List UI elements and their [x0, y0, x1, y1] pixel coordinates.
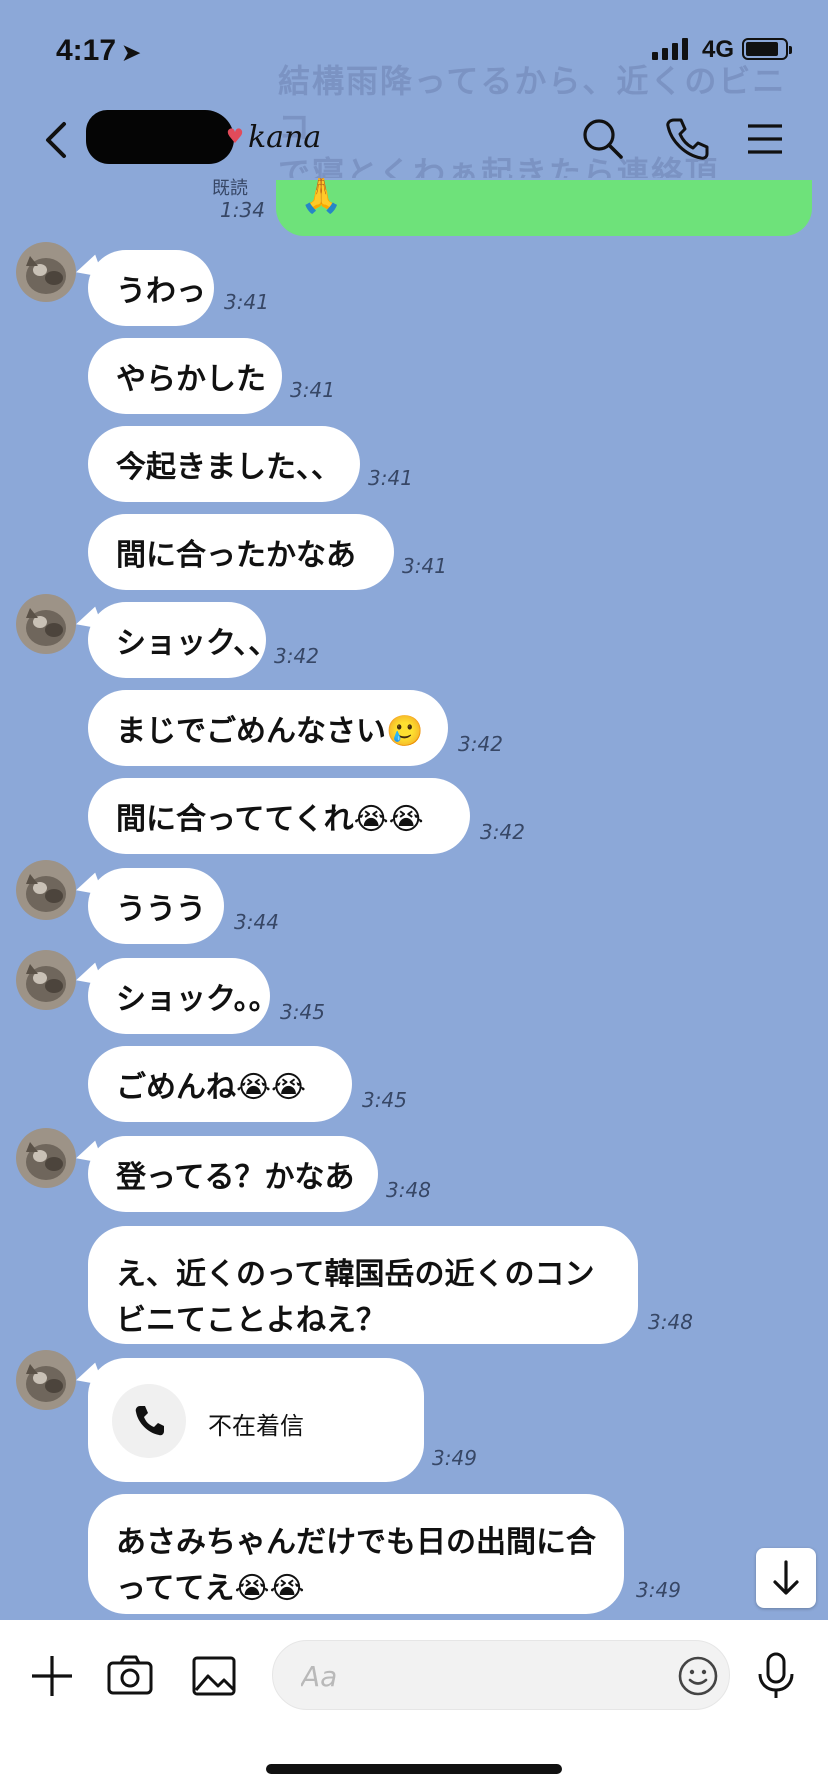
composer-bar: [0, 1620, 828, 1792]
message-time: 3:48: [386, 1178, 431, 1202]
message-text: ショック。。: [116, 982, 279, 1017]
battery-icon: [742, 38, 792, 60]
chevron-left-icon[interactable]: [38, 118, 78, 162]
message-text: やらかした: [116, 362, 266, 397]
message-bubble[interactable]: 間に合っててくれ😭😭: [88, 778, 470, 854]
chat-header: ♥ kana: [0, 96, 828, 184]
own-message-bubble[interactable]: [276, 180, 812, 236]
message-text: まじでごめんなさい🥲: [116, 714, 424, 749]
scroll-to-bottom-button[interactable]: [756, 1548, 816, 1608]
message-time: 3:44: [234, 910, 279, 934]
message-text: え、近くのって韓国岳の近くのコンビニてことよねえ？: [116, 1257, 595, 1338]
message-bubble[interactable]: 登ってる？かなあ: [88, 1136, 378, 1212]
message-time: 3:42: [274, 644, 319, 668]
message-bubble[interactable]: まじでごめんなさい🥲: [88, 690, 448, 766]
redacted-name-mark: [86, 110, 234, 164]
location-arrow-icon: ➤: [122, 40, 141, 65]
prev-message-emoji: 🙏: [300, 176, 343, 216]
cat-avatar-image: [16, 1128, 76, 1188]
avatar[interactable]: [16, 950, 76, 1010]
cat-avatar-image: [16, 950, 76, 1010]
chat-title[interactable]: kana: [248, 120, 321, 155]
avatar[interactable]: [16, 860, 76, 920]
message-input-wrapper: [272, 1640, 730, 1711]
camera-icon[interactable]: [104, 1650, 156, 1702]
message-bubble[interactable]: やらかした: [88, 338, 282, 414]
message-time: 3:42: [458, 732, 503, 756]
missed-call-icon-circle: [112, 1384, 186, 1458]
message-bubble[interactable]: ショック、、: [88, 602, 278, 678]
cat-avatar-image: [16, 242, 76, 302]
emoji-icon[interactable]: [677, 1655, 719, 1697]
message-text: 間に合ったかなあ: [116, 538, 356, 573]
avatar[interactable]: [16, 594, 76, 654]
message-input[interactable]: [299, 1641, 633, 1711]
message-text: 間に合っててくれ😭😭: [116, 802, 424, 837]
message-time: 3:41: [290, 378, 335, 402]
avatar[interactable]: [16, 1128, 76, 1188]
message-time: 3:41: [368, 466, 413, 490]
message-bubble[interactable]: うわっ: [88, 250, 214, 326]
message-text: うわっ: [116, 274, 206, 309]
heart-icon: ♥: [226, 124, 244, 148]
search-icon[interactable]: [578, 114, 628, 164]
message-text: 登ってる？かなあ: [116, 1160, 355, 1195]
arrow-down-icon: [773, 1560, 799, 1595]
cat-avatar-image: [16, 594, 76, 654]
message-text: あさみちゃんだけでも日の出間に合っててえ😭😭: [116, 1525, 596, 1606]
message-time: 3:48: [648, 1310, 693, 1334]
message-bubble[interactable]: え、近くのって韓国岳の近くのコンビニてことよねえ？: [88, 1226, 638, 1344]
message-time: 3:41: [224, 290, 269, 314]
message-bubble[interactable]: 今起きました、、: [88, 426, 360, 502]
status-time: 4:17 ➤: [56, 34, 141, 67]
avatar[interactable]: [16, 1350, 76, 1410]
message-text: ショック、、: [116, 626, 279, 661]
message-time: 3:49: [432, 1446, 477, 1470]
cat-avatar-image: [16, 860, 76, 920]
message-text: 今起きました、、: [116, 450, 341, 485]
message-time: 3:45: [362, 1088, 407, 1112]
message-bubble[interactable]: ショック。。: [88, 958, 279, 1034]
cat-avatar-image: [16, 1350, 76, 1410]
plus-icon[interactable]: [26, 1650, 78, 1702]
message-time: 3:41: [402, 554, 447, 578]
avatar[interactable]: [16, 242, 76, 302]
message-bubble[interactable]: 間に合ったかなあ: [88, 514, 394, 590]
message-time: 1:34: [220, 198, 265, 222]
missed-call-label: 不在着信: [208, 1412, 304, 1440]
read-receipt: 既読: [212, 178, 248, 199]
phone-icon: [135, 1406, 164, 1436]
home-indicator: [266, 1764, 562, 1774]
message-time: 3:49: [636, 1578, 681, 1602]
phone-icon[interactable]: [662, 114, 712, 164]
message-bubble[interactable]: ううう: [88, 868, 224, 944]
image-icon[interactable]: [188, 1650, 240, 1702]
message-time: 3:45: [280, 1000, 325, 1024]
message-bubble[interactable]: あさみちゃんだけでも日の出間に合っててえ😭😭: [88, 1494, 624, 1614]
message-time: 3:42: [480, 820, 525, 844]
signal-icon: [652, 38, 688, 60]
message-text: ごめんね😭😭: [116, 1070, 307, 1105]
message-bubble[interactable]: ごめんね😭😭: [88, 1046, 352, 1122]
message-text: ううう: [116, 892, 206, 927]
microphone-icon[interactable]: [750, 1650, 802, 1702]
battery-level-fill: [746, 42, 779, 56]
menu-icon[interactable]: [740, 114, 790, 164]
